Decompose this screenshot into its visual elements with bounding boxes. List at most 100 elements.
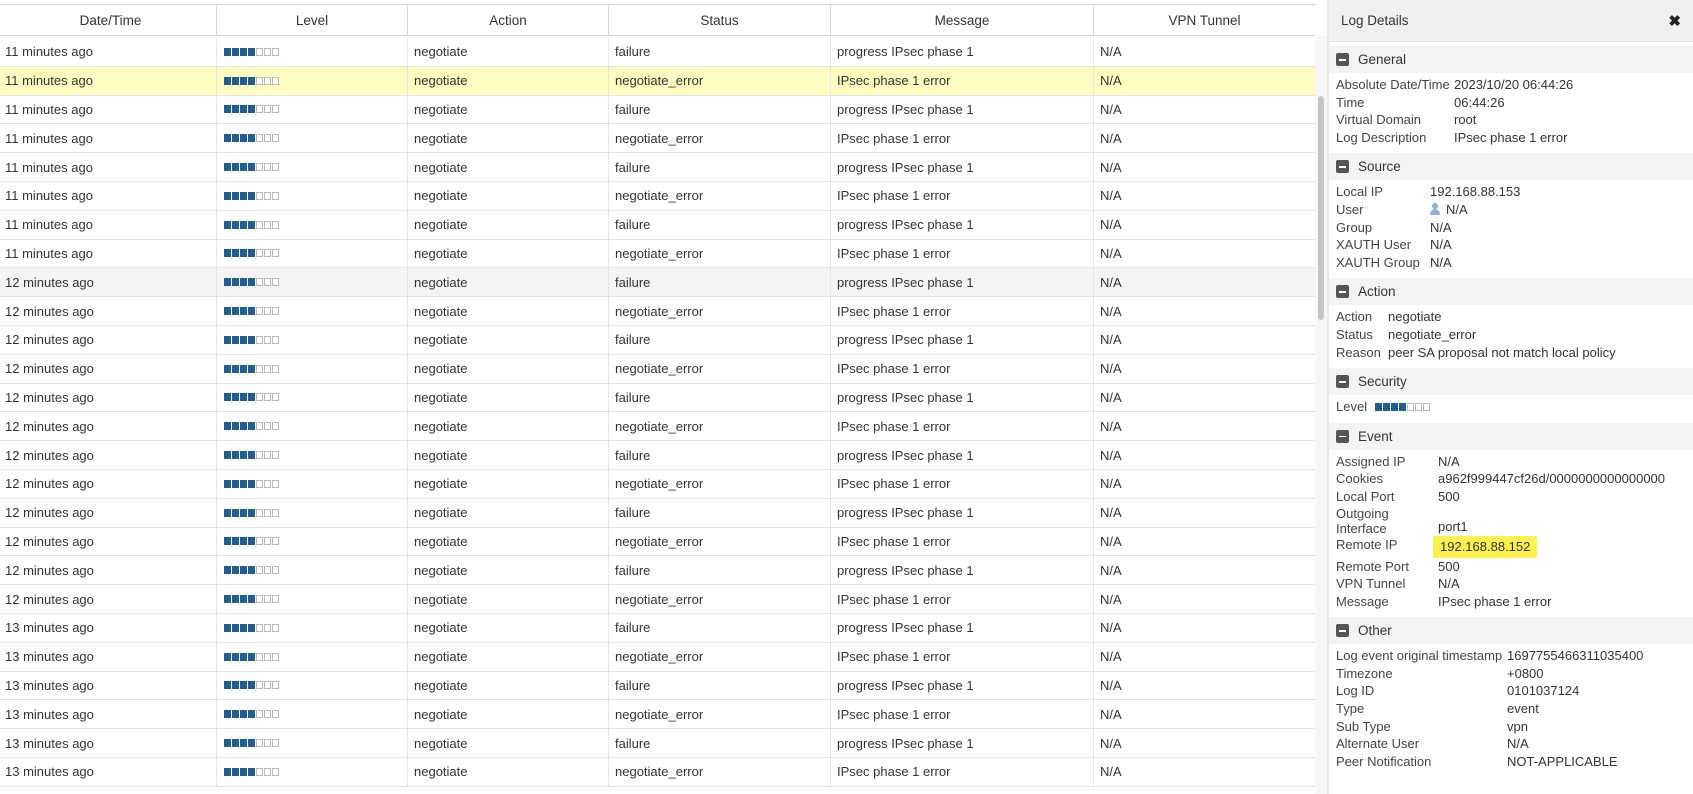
cell-message: IPsec phase 1 error	[831, 585, 1094, 613]
table-row[interactable]: 12 minutes ago negotiate failure progress I…	[0, 441, 1315, 470]
section-header[interactable]: Other	[1329, 617, 1693, 645]
collapse-icon[interactable]	[1336, 160, 1349, 174]
table-row[interactable]: 11 minutes ago negotiate negotiate_error IP…	[0, 66, 1315, 96]
table-row[interactable]: 11 minutes ago negotiate negotiate_error IP…	[0, 239, 1315, 269]
table-row[interactable]: 13 minutes ago negotiate negotiate_error IP…	[0, 757, 1315, 787]
table-row[interactable]: 11 minutes ago negotiate failure progress I…	[0, 95, 1315, 125]
detail-row: Reason peer SA proposal not match local p…	[1329, 344, 1693, 362]
cell-level	[217, 153, 408, 181]
table-row[interactable]: 13 minutes ago negotiate failure progress I…	[0, 613, 1315, 643]
level-block	[256, 566, 263, 575]
column-header-level[interactable]: Level	[217, 5, 408, 35]
scrollbar-thumb[interactable]	[1318, 96, 1324, 320]
level-block	[232, 479, 239, 488]
cell-level	[217, 556, 408, 585]
table-row[interactable]: 13 minutes ago negotiate failure progress I…	[0, 729, 1315, 758]
level-block	[272, 47, 279, 56]
detail-key: Remote IP	[1336, 536, 1398, 552]
detail-row: Action negotiate	[1329, 308, 1693, 326]
level-block	[264, 422, 271, 431]
table-row[interactable]: 11 minutes ago negotiate failure progress I…	[0, 38, 1315, 67]
level-indicator	[224, 595, 279, 604]
cell-datetime: 11 minutes ago	[0, 95, 217, 124]
table-row[interactable]: 13 minutes ago negotiate negotiate_error IP…	[0, 700, 1315, 730]
level-block	[264, 623, 271, 632]
detail-row: Type event	[1329, 700, 1693, 718]
section-header[interactable]: Source	[1329, 153, 1693, 181]
table-row[interactable]: 13 minutes ago negotiate negotiate_error IP…	[0, 642, 1315, 672]
detail-value-text: negotiate	[1388, 309, 1442, 325]
column-header-vpn-tunnel[interactable]: VPN Tunnel	[1094, 5, 1315, 35]
cell-datetime: 13 minutes ago	[0, 642, 217, 671]
table-row[interactable]: 11 minutes ago negotiate negotiate_error IP…	[0, 124, 1315, 154]
detail-value: NOT-APPLICABLE	[1507, 753, 1618, 771]
section-header[interactable]: Security	[1329, 368, 1693, 396]
cell-datetime: 11 minutes ago	[0, 66, 217, 95]
detail-value: N/A	[1430, 201, 1468, 219]
detail-value: a962f999447cf26d/0000000000000000	[1438, 470, 1665, 488]
level-block	[248, 479, 255, 488]
table-row[interactable]: 11 minutes ago negotiate negotiate_error IP…	[0, 181, 1315, 211]
table-row[interactable]: 12 minutes ago negotiate negotiate_error IP…	[0, 412, 1315, 442]
cell-vpn-tunnel: N/A	[1100, 447, 1122, 463]
level-block	[256, 47, 263, 56]
level-block	[248, 163, 255, 172]
detail-value-text: peer SA proposal not match local policy	[1388, 344, 1616, 360]
level-indicator	[224, 422, 279, 431]
table-row[interactable]: 12 minutes ago negotiate negotiate_error IP…	[0, 469, 1315, 499]
table-row[interactable]: 12 minutes ago negotiate negotiate_error IP…	[0, 585, 1315, 614]
cell-level	[217, 527, 408, 556]
detail-value: 500	[1438, 488, 1460, 506]
cell-datetime: 12 minutes ago	[0, 412, 217, 441]
close-icon[interactable]: ✖	[1668, 12, 1681, 30]
table-scrollbar[interactable]	[1315, 36, 1327, 794]
level-block	[256, 364, 263, 373]
section-header[interactable]: Event	[1329, 422, 1693, 450]
detail-key: Log ID	[1336, 683, 1375, 699]
table-row[interactable]: 12 minutes ago negotiate failure progress I…	[0, 325, 1315, 355]
level-block	[272, 479, 279, 488]
level-indicator	[224, 566, 279, 575]
detail-value: 500	[1438, 558, 1460, 576]
level-block	[272, 681, 279, 690]
collapse-icon[interactable]	[1336, 285, 1349, 299]
collapse-icon[interactable]	[1336, 429, 1349, 443]
cell-level	[217, 700, 408, 729]
section-header[interactable]: General	[1329, 46, 1693, 73]
column-header-action[interactable]: Action	[408, 5, 609, 35]
table-row[interactable]: 12 minutes ago negotiate failure progress I…	[0, 383, 1315, 413]
section-header[interactable]: Action	[1329, 278, 1693, 306]
table-row[interactable]: 11 minutes ago negotiate failure progress I…	[0, 210, 1315, 240]
table-row[interactable]: 13 minutes ago negotiate failure progress I…	[0, 671, 1315, 701]
cell-level	[217, 671, 408, 700]
level-block	[232, 595, 239, 604]
collapse-icon[interactable]	[1336, 624, 1349, 638]
table-row[interactable]: 11 minutes ago negotiate failure progress I…	[0, 153, 1315, 182]
column-header-status[interactable]: Status	[609, 5, 831, 35]
cell-level	[217, 498, 408, 527]
collapse-icon[interactable]	[1336, 53, 1349, 66]
level-block	[248, 249, 255, 258]
table-row[interactable]: 12 minutes ago negotiate negotiate_error IP…	[0, 527, 1315, 557]
table-row[interactable]: 12 minutes ago negotiate failure progress I…	[0, 268, 1315, 298]
cell-datetime: 13 minutes ago	[0, 700, 217, 729]
level-block	[256, 191, 263, 200]
table-row[interactable]: 12 minutes ago negotiate failure progress I…	[0, 556, 1315, 586]
column-header-datetime[interactable]: Date/Time	[0, 5, 217, 35]
detail-value: N/A	[1438, 575, 1460, 593]
table-row[interactable]: 12 minutes ago negotiate negotiate_error IP…	[0, 297, 1315, 326]
cell-action: negotiate	[408, 297, 609, 325]
cell-status: failure	[609, 671, 831, 700]
collapse-icon[interactable]	[1336, 375, 1349, 389]
cell-vpn-tunnel: N/A	[1100, 130, 1122, 146]
level-block	[240, 163, 247, 172]
cell-message: progress IPsec phase 1	[831, 153, 1094, 181]
level-block	[1423, 403, 1430, 412]
section-event: Event Assigned IP N/A Cookies a962f999447cf2…	[1329, 422, 1693, 614]
column-header-message[interactable]: Message	[831, 5, 1094, 35]
cell-status: failure	[609, 95, 831, 124]
cell-message: progress IPsec phase 1	[831, 498, 1094, 527]
detail-key: Alternate User	[1336, 736, 1420, 752]
table-row[interactable]: 12 minutes ago negotiate negotiate_error IP…	[0, 354, 1315, 384]
table-row[interactable]: 12 minutes ago negotiate failure progress I…	[0, 498, 1315, 528]
